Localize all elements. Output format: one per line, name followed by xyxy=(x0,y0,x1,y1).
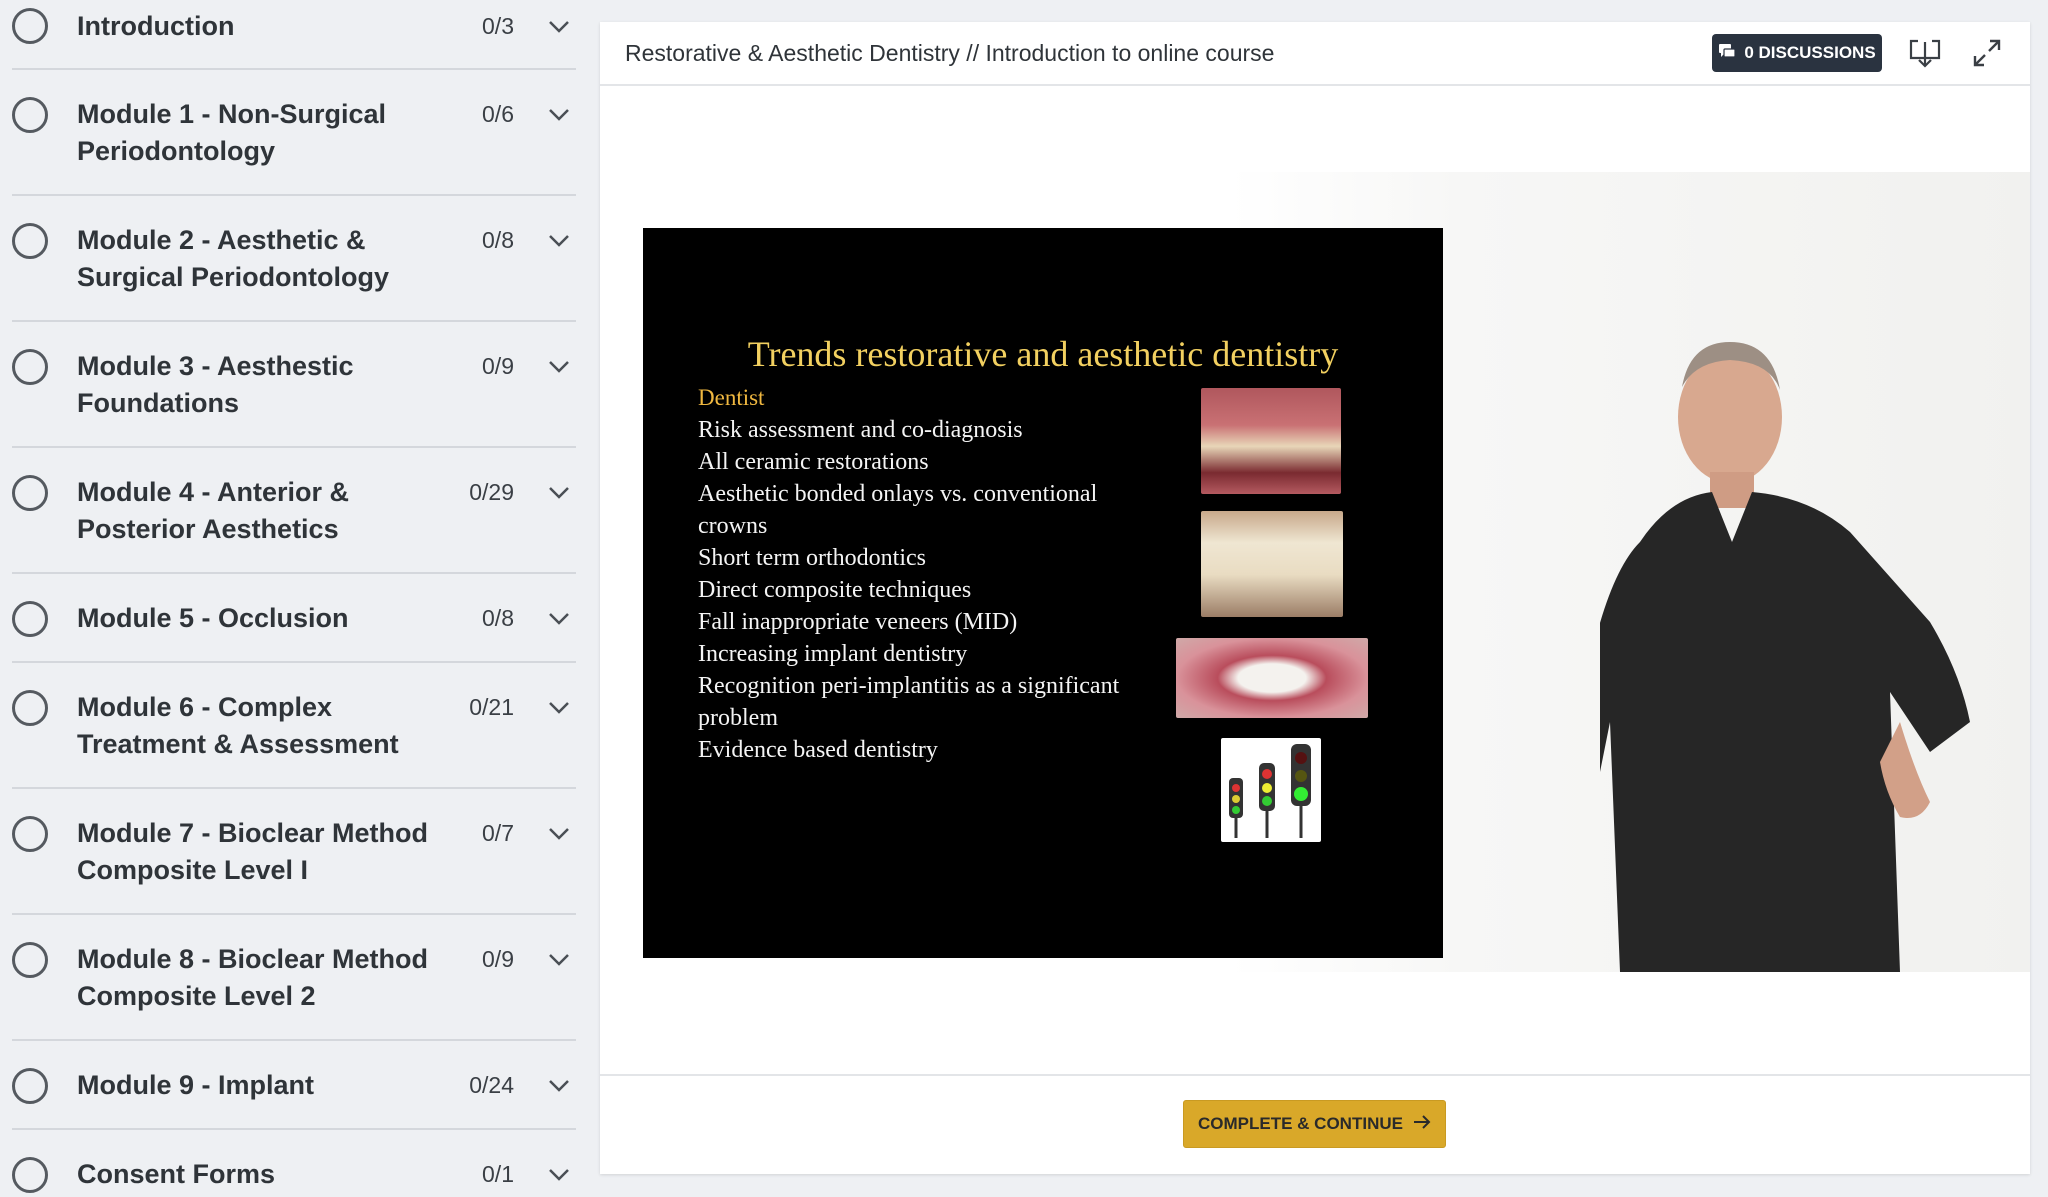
chevron-down-icon[interactable] xyxy=(548,20,570,34)
module-5[interactable]: Module 5 - Occlusion 0/8 xyxy=(12,574,576,663)
status-circle-icon xyxy=(12,1068,48,1104)
status-circle-icon xyxy=(12,816,48,852)
arrow-right-icon xyxy=(1413,1114,1431,1134)
chevron-down-icon[interactable] xyxy=(548,701,570,715)
chevron-down-icon[interactable] xyxy=(548,1168,570,1182)
module-9[interactable]: Module 9 - Implant 0/24 xyxy=(12,1041,576,1130)
slide-bullet-list: Risk assessment and co-diagnosis All cer… xyxy=(698,414,1168,766)
discussions-label: 0 DISCUSSIONS xyxy=(1744,43,1876,62)
traffic-lights-image xyxy=(1221,738,1321,842)
dental-photo xyxy=(1201,511,1343,617)
video-player[interactable]: Trends restorative and aesthetic dentist… xyxy=(600,172,2030,972)
module-progress: 0/8 xyxy=(482,605,514,631)
status-circle-icon xyxy=(12,690,48,726)
module-title: Module 1 - Non-Surgical Periodontology xyxy=(77,99,387,166)
slide-item: Aesthetic bonded onlays vs. conventional xyxy=(698,481,1098,507)
slide-item: Fall inappropriate veneers (MID) xyxy=(698,609,1018,635)
module-progress: 0/21 xyxy=(469,694,514,720)
module-introduction[interactable]: Introduction 0/3 xyxy=(12,0,576,70)
chat-icon xyxy=(1718,43,1736,64)
module-progress: 0/7 xyxy=(482,820,514,846)
complete-continue-button[interactable]: COMPLETE & CONTINUE xyxy=(1183,1100,1446,1148)
module-title: Consent Forms xyxy=(77,1159,276,1189)
slide-item: Short term orthodontics xyxy=(698,545,926,571)
chevron-down-icon[interactable] xyxy=(548,1079,570,1093)
slide-item: Recognition peri-implantitis as a signif… xyxy=(698,673,1120,699)
status-circle-icon xyxy=(12,97,48,133)
module-title: Module 6 - Complex Treatment & Assessmen… xyxy=(77,692,399,759)
module-7[interactable]: Module 7 - Bioclear Method Composite Lev… xyxy=(12,789,576,915)
module-3[interactable]: Module 3 - Aesthestic Foundations 0/9 xyxy=(12,322,576,448)
smile-photo xyxy=(1176,638,1368,718)
status-circle-icon xyxy=(12,601,48,637)
module-title: Module 5 - Occlusion xyxy=(77,603,349,633)
breadcrumb: Restorative & Aesthetic Dentistry // Int… xyxy=(625,40,1275,66)
module-progress: 0/9 xyxy=(482,353,514,379)
chevron-down-icon[interactable] xyxy=(548,827,570,841)
module-title: Module 3 - Aesthestic Foundations xyxy=(77,351,354,418)
presenter-video xyxy=(1590,302,2030,972)
expand-icon[interactable] xyxy=(1970,36,2006,72)
module-title: Introduction xyxy=(77,11,235,41)
status-circle-icon xyxy=(12,1157,48,1193)
module-4[interactable]: Module 4 - Anterior & Posterior Aestheti… xyxy=(12,448,576,574)
slide-item: Direct composite techniques xyxy=(698,577,972,603)
module-progress: 0/29 xyxy=(469,479,514,505)
slide-item: All ceramic restorations xyxy=(698,449,929,475)
module-6[interactable]: Module 6 - Complex Treatment & Assessmen… xyxy=(12,663,576,789)
chevron-down-icon[interactable] xyxy=(548,612,570,626)
module-consent-forms[interactable]: Consent Forms 0/1 xyxy=(12,1130,576,1197)
status-circle-icon xyxy=(12,8,48,44)
lesson-panel: Restorative & Aesthetic Dentistry // Int… xyxy=(600,22,2030,1174)
slide-item: crowns xyxy=(698,513,768,539)
module-title: Module 7 - Bioclear Method Composite Lev… xyxy=(77,818,429,885)
module-1[interactable]: Module 1 - Non-Surgical Periodontology 0… xyxy=(12,70,576,196)
cta-label: COMPLETE & CONTINUE xyxy=(1198,1114,1403,1133)
module-title: Module 4 - Anterior & Posterior Aestheti… xyxy=(77,477,350,544)
chevron-down-icon[interactable] xyxy=(548,360,570,374)
module-progress: 0/3 xyxy=(482,13,514,39)
chevron-down-icon[interactable] xyxy=(548,486,570,500)
slide-item: Increasing implant dentistry xyxy=(698,641,968,667)
module-progress: 0/1 xyxy=(482,1161,514,1187)
slide-item: Evidence based dentistry xyxy=(698,737,938,763)
status-circle-icon xyxy=(12,349,48,385)
module-progress: 0/8 xyxy=(482,227,514,253)
lesson-footer: COMPLETE & CONTINUE xyxy=(600,1074,2030,1174)
lecture-slide: Trends restorative and aesthetic dentist… xyxy=(643,228,1443,958)
slide-item: problem xyxy=(698,705,778,731)
module-title: Module 2 - Aesthetic & Surgical Periodon… xyxy=(77,225,390,292)
module-progress: 0/9 xyxy=(482,946,514,972)
chevron-down-icon[interactable] xyxy=(548,234,570,248)
status-circle-icon xyxy=(12,942,48,978)
module-title: Module 9 - Implant xyxy=(77,1070,315,1100)
chevron-down-icon[interactable] xyxy=(548,108,570,122)
dental-photo xyxy=(1201,388,1341,494)
slide-item: Risk assessment and co-diagnosis xyxy=(698,417,1023,443)
lesson-header: Restorative & Aesthetic Dentistry // Int… xyxy=(600,22,2030,86)
module-progress: 0/6 xyxy=(482,101,514,127)
module-2[interactable]: Module 2 - Aesthetic & Surgical Periodon… xyxy=(12,196,576,322)
status-circle-icon xyxy=(12,475,48,511)
download-icon[interactable] xyxy=(1908,36,1944,72)
status-circle-icon xyxy=(12,223,48,259)
chevron-down-icon[interactable] xyxy=(548,953,570,967)
module-progress: 0/24 xyxy=(469,1072,514,1098)
course-sidebar: Introduction 0/3 Module 1 - Non-Surgical… xyxy=(0,0,576,1197)
discussions-button[interactable]: 0 DISCUSSIONS xyxy=(1712,34,1882,72)
module-title: Module 8 - Bioclear Method Composite Lev… xyxy=(77,944,429,1011)
slide-subtitle: Dentist xyxy=(698,385,765,410)
slide-title: Trends restorative and aesthetic dentist… xyxy=(747,334,1339,374)
module-8[interactable]: Module 8 - Bioclear Method Composite Lev… xyxy=(12,915,576,1041)
